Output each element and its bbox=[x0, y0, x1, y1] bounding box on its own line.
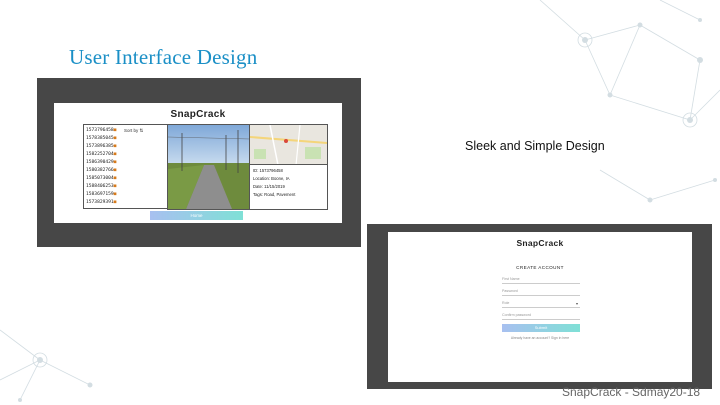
create-account-screenshot: SnapCrack CREATE ACCOUNT First Name Pass… bbox=[367, 224, 712, 389]
list-item[interactable]: 1582252704■ bbox=[86, 152, 116, 157]
sign-in-link[interactable]: Already have an account? Sign in here bbox=[388, 336, 692, 340]
submit-button[interactable]: Submit bbox=[502, 324, 580, 332]
role-select[interactable]: Role ▾ bbox=[502, 300, 580, 308]
home-button[interactable]: Home bbox=[150, 211, 243, 220]
footer-text: SnapCrack - Sdmay20-18 bbox=[562, 385, 701, 399]
meta-date: Date: 11/15/2019 bbox=[253, 184, 285, 189]
image-metadata: ID: 1573796458 Location: Boone, IA Date:… bbox=[249, 164, 328, 210]
role-select-label: Role bbox=[502, 301, 510, 305]
viewer-screenshot: SnapCrack Sort by ⇅ 1573796458■ 15783850… bbox=[37, 78, 361, 247]
viewer-page: SnapCrack Sort by ⇅ 1573796458■ 15783850… bbox=[54, 103, 342, 223]
app-logo: SnapCrack bbox=[516, 238, 564, 248]
list-item[interactable]: 1588406253■ bbox=[86, 184, 116, 189]
list-item[interactable]: 1573829391■ bbox=[86, 200, 116, 205]
location-map[interactable] bbox=[249, 124, 328, 166]
list-item[interactable]: 1585073004■ bbox=[86, 176, 116, 181]
app-logo: SnapCrack bbox=[170, 109, 226, 120]
first-name-field[interactable]: First Name bbox=[502, 276, 580, 284]
road-photo bbox=[167, 124, 251, 210]
form-heading: CREATE ACCOUNT bbox=[516, 265, 564, 270]
meta-id: ID: 1573796458 bbox=[253, 168, 283, 173]
password-field[interactable]: Password bbox=[502, 288, 580, 296]
list-item[interactable]: 1586390429■ bbox=[86, 160, 116, 165]
list-item[interactable]: 1573896385■ bbox=[86, 144, 116, 149]
create-account-page: SnapCrack CREATE ACCOUNT First Name Pass… bbox=[388, 232, 692, 382]
list-item[interactable]: 1580382766■ bbox=[86, 168, 116, 173]
slide-title: User Interface Design bbox=[69, 45, 258, 69]
meta-location: Location: Boone, IA bbox=[253, 176, 290, 181]
list-item[interactable]: 1578385045■ bbox=[86, 136, 116, 141]
list-item[interactable]: 1573796458■ bbox=[86, 128, 116, 133]
chevron-down-icon: ▾ bbox=[575, 301, 578, 306]
sort-button[interactable]: Sort by ⇅ bbox=[124, 128, 143, 134]
confirm-password-field[interactable]: Confirm password bbox=[502, 312, 580, 320]
list-item[interactable]: 1583697159■ bbox=[86, 192, 116, 197]
meta-tags: Tags: Road, Pavement bbox=[253, 192, 296, 197]
caption: Sleek and Simple Design bbox=[465, 139, 605, 153]
image-list: Sort by ⇅ 1573796458■ 1578385045■ 157389… bbox=[83, 124, 169, 209]
